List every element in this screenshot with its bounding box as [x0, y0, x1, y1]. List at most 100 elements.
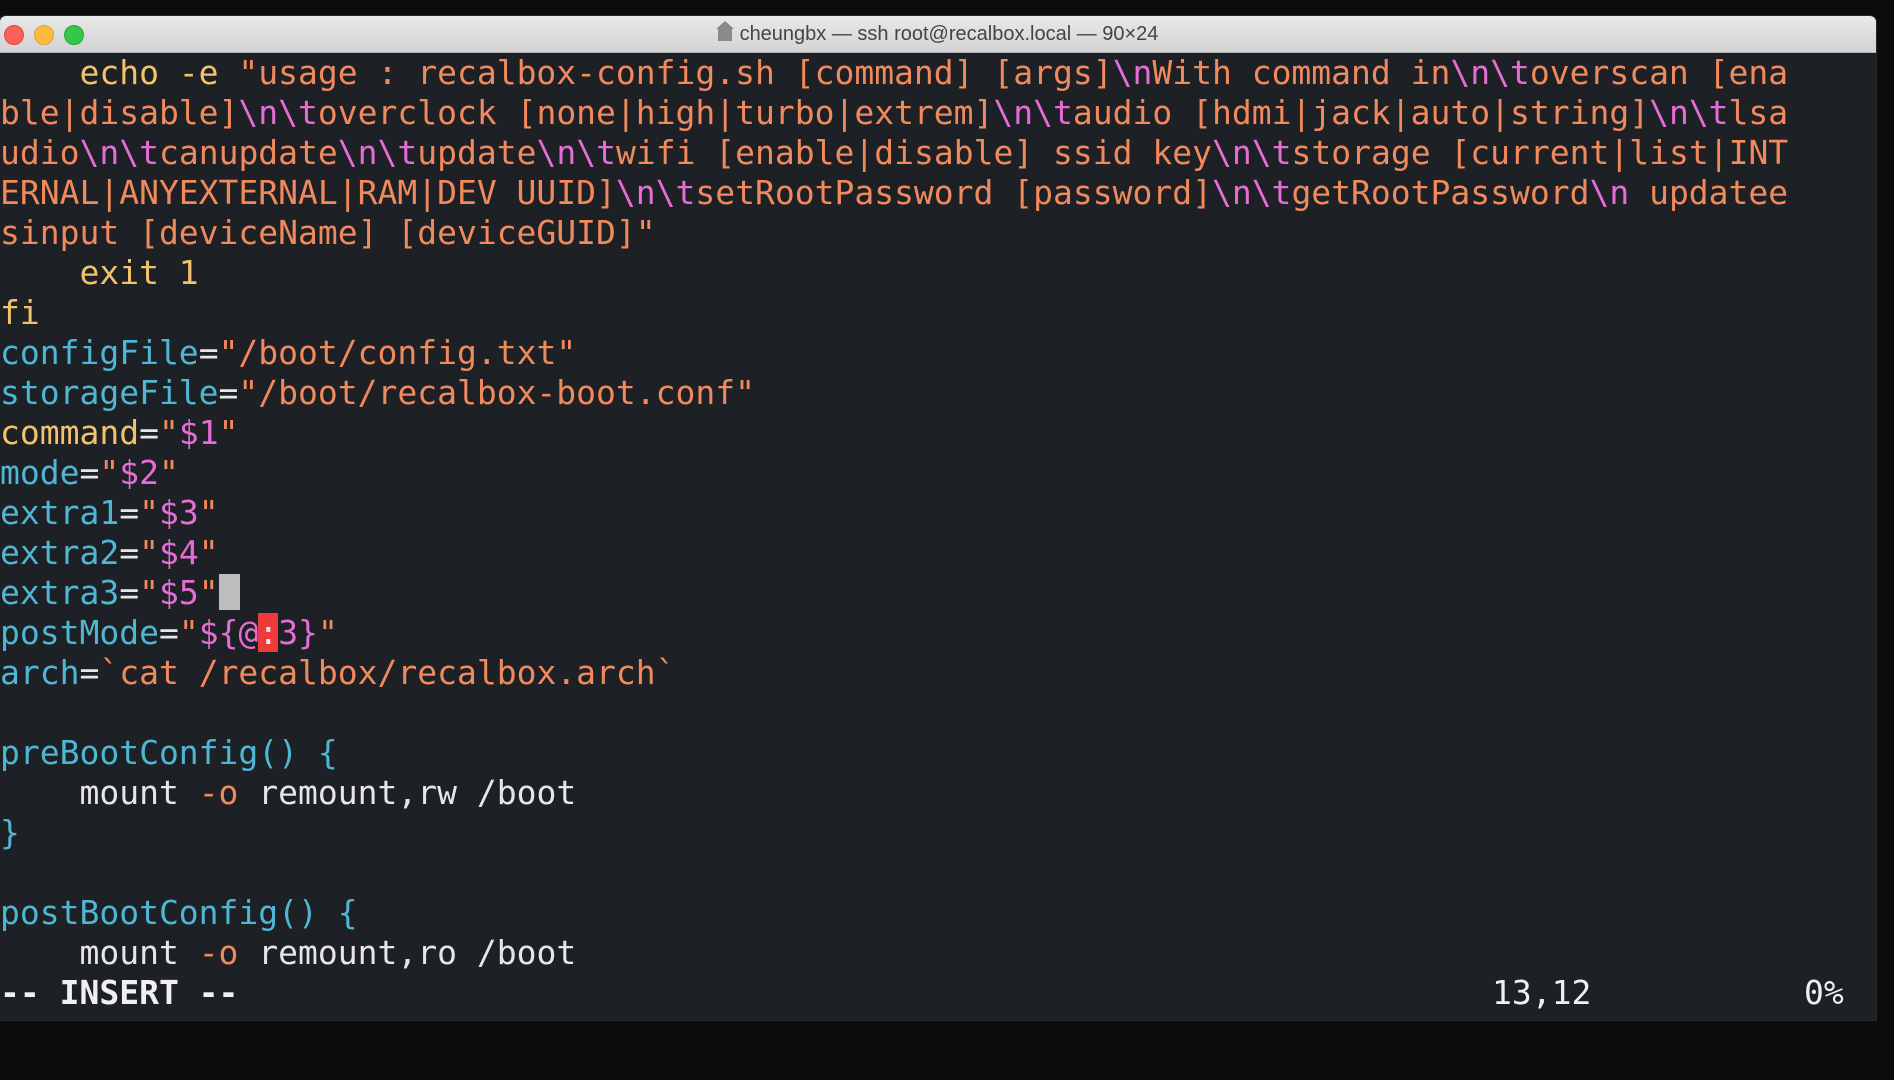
code-line: postMode="${@:3}"	[0, 613, 1876, 653]
code-token: =	[158, 613, 179, 652]
code-token: command	[0, 413, 140, 452]
code-line: ble|disable]\n\toverclock [none|high|tur…	[0, 93, 1876, 133]
code-token: =	[79, 653, 100, 692]
code-token: echo -e	[0, 53, 239, 92]
code-line: configFile="/boot/config.txt"	[0, 333, 1876, 373]
code-token: =	[198, 333, 219, 372]
code-line: exit 1	[0, 253, 1876, 293]
code-token: mount	[0, 773, 199, 812]
code-token: postMode	[0, 613, 159, 652]
code-token: "/boot/config.txt"	[218, 333, 577, 372]
code-token: "usage : recalbox-config.sh [command] [a…	[238, 53, 1113, 92]
window-title: cheungbx — ssh root@recalbox.local — 90×…	[0, 16, 1876, 52]
code-token: "	[198, 533, 219, 572]
vim-editor-buffer[interactable]: echo -e "usage : recalbox-config.sh [com…	[0, 53, 1876, 973]
code-token: canupdate	[158, 133, 338, 172]
code-token: =	[119, 573, 140, 612]
code-token: ble|disable]	[0, 93, 239, 132]
code-token: "	[139, 533, 159, 572]
code-token: =	[79, 453, 100, 492]
code-token: \n\t	[337, 133, 418, 172]
code-token: "	[317, 613, 338, 652]
code-token: \n\t	[238, 93, 318, 132]
code-line: extra2="$4"	[0, 533, 1876, 573]
code-token: configFile	[0, 333, 199, 372]
code-token: "	[218, 413, 239, 452]
code-token: $4	[158, 533, 199, 572]
code-line: mode="$2"	[0, 453, 1876, 493]
code-token: getRootPassword	[1291, 173, 1590, 212]
code-token: arch	[0, 653, 80, 692]
code-token: With command in	[1152, 53, 1451, 92]
terminal-content[interactable]: echo -e "usage : recalbox-config.sh [com…	[0, 53, 1876, 1013]
code-token: preBootConfig() {	[0, 733, 338, 772]
code-token: storage [current|list|INT	[1291, 133, 1789, 172]
code-token: mount	[0, 933, 199, 972]
text-cursor	[218, 574, 240, 610]
code-token: $1	[178, 413, 219, 452]
scroll-percent: 0%	[1804, 973, 1844, 1012]
code-token: "	[158, 453, 179, 492]
code-token: $5	[158, 573, 199, 612]
vim-status-line: -- INSERT -- 13,12 0%	[0, 973, 1876, 1013]
code-line: storageFile="/boot/recalbox-boot.conf"	[0, 373, 1876, 413]
code-token: remount,rw /boot	[238, 773, 577, 812]
code-line: ERNAL|ANYEXTERNAL|RAM|DEV UUID]\n\tsetRo…	[0, 173, 1876, 213]
code-token: ERNAL|ANYEXTERNAL|RAM|DEV UUID]	[0, 173, 616, 212]
code-line: extra3="$5"	[0, 573, 1876, 613]
code-token: \n\t	[1211, 173, 1292, 212]
code-token: overclock [none|high|turbo|extrem]	[317, 93, 994, 132]
code-token: \n	[1112, 53, 1153, 92]
code-token: updatee	[1629, 173, 1789, 212]
code-token: extra3	[0, 573, 120, 612]
code-token: fi	[0, 293, 40, 332]
code-line: fi	[0, 293, 1876, 333]
code-line: extra1="$3"	[0, 493, 1876, 533]
code-token: =	[218, 373, 239, 412]
code-token: \n	[1589, 173, 1630, 212]
title-bar[interactable]: cheungbx — ssh root@recalbox.local — 90×…	[0, 16, 1876, 53]
code-token: "	[198, 573, 219, 612]
code-token: :	[258, 613, 279, 652]
code-token: \n\t	[1649, 93, 1729, 132]
screen-edge	[1876, 16, 1894, 1080]
code-token: "	[178, 613, 199, 652]
terminal-window: cheungbx — ssh root@recalbox.local — 90×…	[0, 16, 1876, 1020]
code-token: =	[139, 413, 159, 452]
code-token: "	[198, 493, 219, 532]
code-token: wifi [enable|disable] ssid key	[615, 133, 1212, 172]
code-token: extra2	[0, 533, 120, 572]
code-line: udio\n\tcanupdate\n\tupdate\n\twifi [ena…	[0, 133, 1876, 173]
code-token: -o	[198, 773, 239, 812]
code-token: \n\t	[993, 93, 1073, 132]
vim-mode-indicator: -- INSERT --	[0, 973, 239, 1012]
code-token: ${@	[198, 613, 259, 652]
window-title-text: cheungbx — ssh root@recalbox.local — 90×…	[739, 23, 1159, 45]
code-token: audio [hdmi|jack|auto|string]	[1072, 93, 1650, 132]
code-token: \n\t	[536, 133, 616, 172]
code-token: "	[139, 573, 159, 612]
code-token: "	[139, 493, 159, 532]
cursor-position: 13,12	[1492, 973, 1592, 1012]
code-token: extra1	[0, 493, 120, 532]
code-token: remount,ro /boot	[238, 933, 577, 972]
code-token: =	[119, 533, 140, 572]
code-token: setRootPassword [password]	[695, 173, 1212, 212]
code-token: -o	[198, 933, 239, 972]
code-token: $2	[119, 453, 159, 492]
code-token: }	[0, 813, 20, 852]
code-line: preBootConfig() {	[0, 733, 1876, 773]
code-token: \n\t	[615, 173, 696, 212]
code-token: sinput [deviceName] [deviceGUID]"	[0, 213, 656, 252]
code-token: overscan [ena	[1529, 53, 1789, 92]
code-line: mount -o remount,rw /boot	[0, 773, 1876, 813]
code-token: update	[417, 133, 537, 172]
code-token: \n\t	[1450, 53, 1530, 92]
code-line: arch=`cat /recalbox/recalbox.arch`	[0, 653, 1876, 693]
code-token: 3}	[278, 613, 318, 652]
code-token: "	[158, 413, 179, 452]
home-folder-icon	[715, 21, 734, 41]
code-token: =	[119, 493, 140, 532]
